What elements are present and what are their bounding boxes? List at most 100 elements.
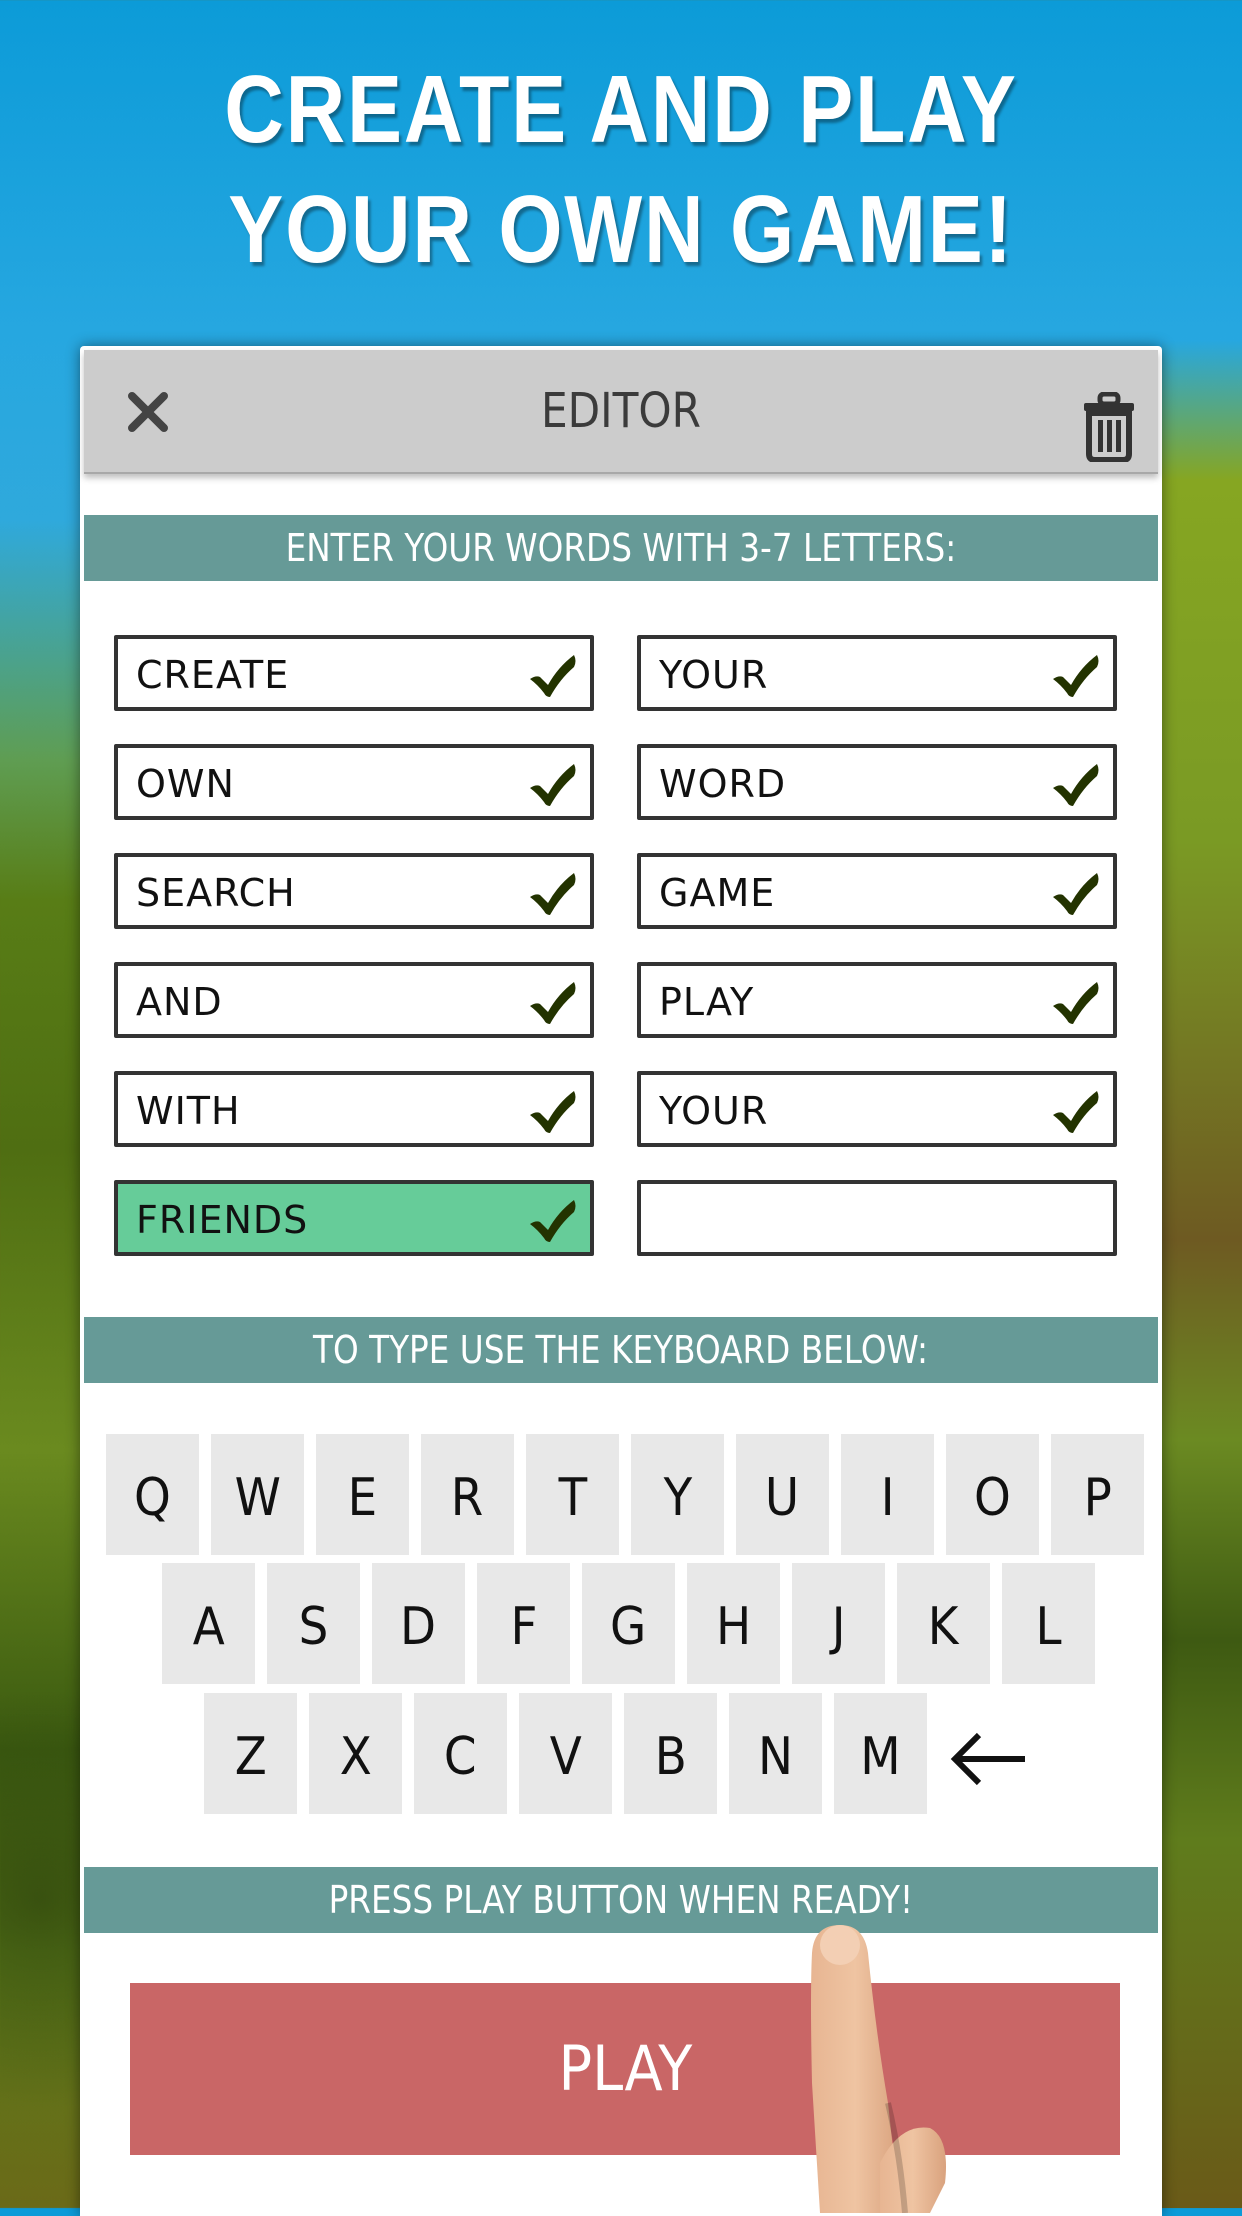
checkmark-icon (530, 1200, 576, 1242)
key-label: C (444, 1727, 477, 1787)
key-label: L (1035, 1597, 1062, 1657)
key-label: P (1083, 1468, 1112, 1528)
word-input-field[interactable]: GAME (637, 853, 1117, 929)
key-label: E (347, 1468, 378, 1528)
word-input-field[interactable]: YOUR (637, 1071, 1117, 1147)
key-label: D (400, 1597, 437, 1657)
key-label: N (757, 1727, 794, 1787)
word-value: CREATE (136, 653, 290, 697)
key-w[interactable]: W (211, 1434, 304, 1555)
word-input-field[interactable]: AND (114, 962, 594, 1038)
word-input-field[interactable]: OWN (114, 744, 594, 820)
checkmark-icon (1053, 982, 1099, 1024)
word-input-field[interactable]: WORD (637, 744, 1117, 820)
word-input-field[interactable]: CREATE (114, 635, 594, 711)
key-m[interactable]: M (834, 1693, 927, 1814)
word-value: AND (136, 980, 223, 1024)
key-s[interactable]: S (267, 1563, 360, 1684)
key-g[interactable]: G (582, 1563, 675, 1684)
checkmark-icon (530, 764, 576, 806)
word-input-field[interactable]: PLAY (637, 962, 1117, 1038)
checkmark-icon (1053, 1091, 1099, 1133)
key-d[interactable]: D (372, 1563, 465, 1684)
checkmark-icon (530, 873, 576, 915)
key-label: R (451, 1468, 484, 1528)
editor-title: EDITOR (540, 383, 702, 439)
key-u[interactable]: U (736, 1434, 829, 1555)
key-label: Z (234, 1727, 267, 1787)
left-arrow-icon (950, 1732, 1025, 1786)
key-i[interactable]: I (841, 1434, 934, 1555)
word-value: YOUR (659, 1089, 769, 1133)
instruction-banner-play: PRESS PLAY BUTTON WHEN READY! (84, 1867, 1158, 1933)
key-q[interactable]: Q (106, 1434, 199, 1555)
word-value: SEARCH (136, 871, 296, 915)
headline-line-1: CREATE AND PLAY (224, 56, 1018, 163)
word-value: OWN (136, 762, 235, 806)
word-value: YOUR (659, 653, 769, 697)
key-label: A (192, 1597, 225, 1657)
word-value: FRIENDS (136, 1198, 309, 1242)
key-label: F (510, 1597, 537, 1657)
key-label: Q (134, 1468, 171, 1528)
key-label: W (234, 1468, 281, 1528)
instruction-banner-keyboard: TO TYPE USE THE KEYBOARD BELOW: (84, 1317, 1158, 1383)
word-input-field[interactable]: YOUR (637, 635, 1117, 711)
key-c[interactable]: C (414, 1693, 507, 1814)
backspace-key[interactable] (939, 1693, 1032, 1814)
word-input-field[interactable]: SEARCH (114, 853, 594, 929)
key-t[interactable]: T (526, 1434, 619, 1555)
key-label: K (928, 1597, 959, 1657)
checkmark-icon (1053, 655, 1099, 697)
key-label: J (831, 1597, 846, 1657)
key-label: V (549, 1727, 582, 1787)
word-value: PLAY (659, 980, 755, 1024)
key-f[interactable]: F (477, 1563, 570, 1684)
key-label: X (339, 1727, 372, 1787)
key-h[interactable]: H (687, 1563, 780, 1684)
key-label: Y (663, 1468, 692, 1528)
key-z[interactable]: Z (204, 1693, 297, 1814)
checkmark-icon (530, 655, 576, 697)
checkmark-icon (530, 982, 576, 1024)
key-b[interactable]: B (624, 1693, 717, 1814)
key-a[interactable]: A (162, 1563, 255, 1684)
key-label: H (715, 1597, 752, 1657)
checkmark-icon (530, 1091, 576, 1133)
key-j[interactable]: J (792, 1563, 885, 1684)
key-p[interactable]: P (1051, 1434, 1144, 1555)
word-input-field[interactable]: WITH (114, 1071, 594, 1147)
promo-headline: CREATE AND PLAY YOUR OWN GAME! (87, 50, 1155, 290)
key-r[interactable]: R (421, 1434, 514, 1555)
key-label: O (974, 1468, 1011, 1528)
play-button[interactable]: PLAY (130, 1983, 1120, 2155)
key-x[interactable]: X (309, 1693, 402, 1814)
word-value: WORD (659, 762, 787, 806)
key-label: I (880, 1468, 895, 1528)
editor-header: EDITOR (84, 350, 1158, 474)
key-l[interactable]: L (1002, 1563, 1095, 1684)
key-label: T (558, 1468, 587, 1528)
trash-icon (1084, 391, 1134, 463)
key-v[interactable]: V (519, 1693, 612, 1814)
word-value: WITH (136, 1089, 241, 1133)
key-label: U (765, 1468, 800, 1528)
word-value: GAME (659, 871, 776, 915)
key-k[interactable]: K (897, 1563, 990, 1684)
key-o[interactable]: O (946, 1434, 1039, 1555)
word-input-field[interactable]: FRIENDS (114, 1180, 594, 1256)
instruction-banner-words: ENTER YOUR WORDS WITH 3-7 LETTERS: (84, 515, 1158, 581)
key-n[interactable]: N (729, 1693, 822, 1814)
checkmark-icon (1053, 873, 1099, 915)
key-label: M (860, 1727, 901, 1787)
headline-line-2: YOUR OWN GAME! (228, 176, 1014, 283)
key-label: B (654, 1727, 687, 1787)
word-input-field[interactable] (637, 1180, 1117, 1256)
key-label: G (610, 1597, 647, 1657)
editor-panel: EDITOR ENTER YOUR WORDS WITH 3-7 LETTERS… (80, 346, 1162, 2216)
background-scenery (1162, 340, 1242, 2208)
checkmark-icon (1053, 764, 1099, 806)
key-y[interactable]: Y (631, 1434, 724, 1555)
key-e[interactable]: E (316, 1434, 409, 1555)
delete-button[interactable] (1082, 391, 1136, 463)
